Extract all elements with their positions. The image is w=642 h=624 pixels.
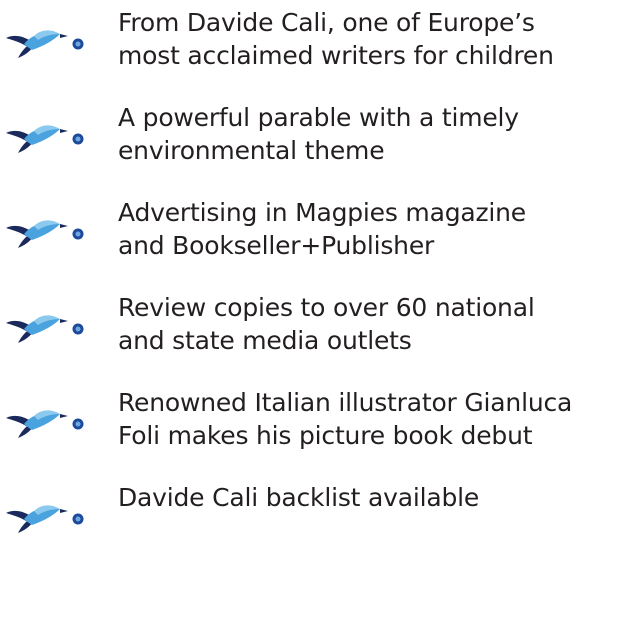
bird-bullet-icon bbox=[4, 24, 88, 64]
list-item: From Davide Cali, one of Europe’s most a… bbox=[0, 6, 642, 86]
list-item-text: Renowned Italian illustrator Gianluca Fo… bbox=[118, 388, 573, 450]
bird-bullet-icon bbox=[4, 119, 88, 159]
list-item-text: From Davide Cali, one of Europe’s most a… bbox=[118, 8, 554, 70]
bird-bullet-icon bbox=[4, 309, 88, 349]
bird-bullet-icon bbox=[4, 214, 88, 254]
list-item: Review copies to over 60 national and st… bbox=[0, 291, 642, 371]
bird-bullet-icon bbox=[4, 404, 88, 444]
bird-bullet-icon bbox=[4, 499, 88, 539]
list-item-text: Review copies to over 60 national and st… bbox=[118, 293, 535, 355]
list-item-text: Davide Cali backlist available bbox=[118, 483, 480, 512]
list-item: Davide Cali backlist available bbox=[0, 481, 642, 561]
list-item-text: Advertising in Magpies magazine and Book… bbox=[118, 198, 526, 260]
list-item: A powerful parable with a timely environ… bbox=[0, 101, 642, 181]
list-item: Advertising in Magpies magazine and Book… bbox=[0, 196, 642, 276]
list-item-text: A powerful parable with a timely environ… bbox=[118, 103, 519, 165]
list-item: Renowned Italian illustrator Gianluca Fo… bbox=[0, 386, 642, 466]
